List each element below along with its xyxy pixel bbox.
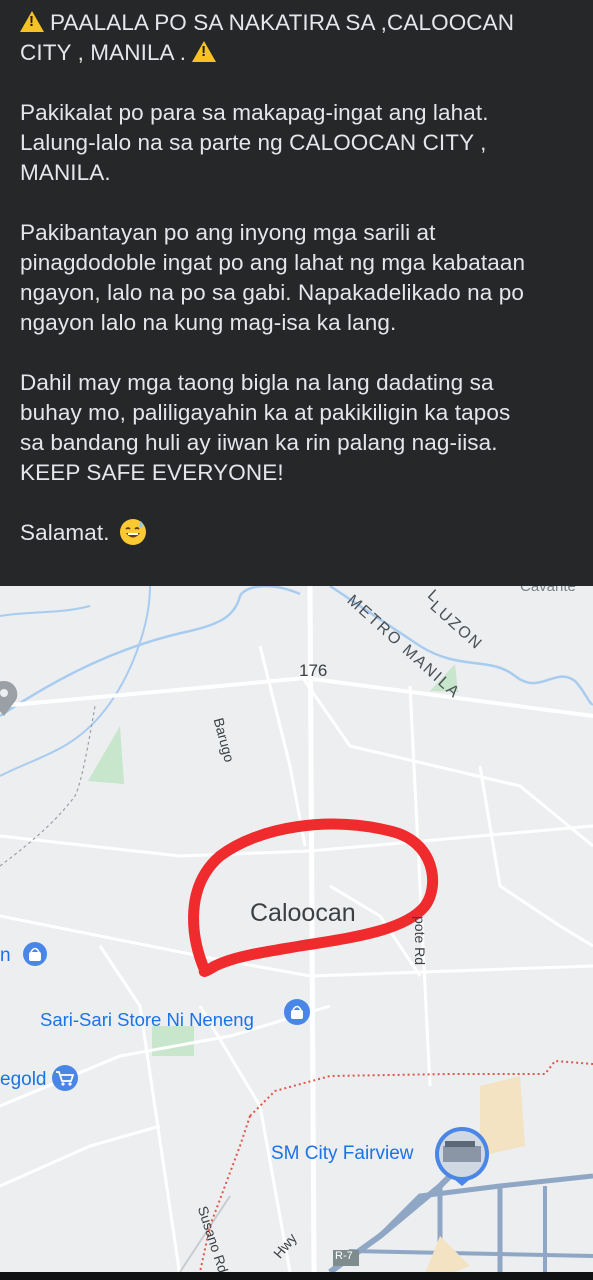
map-label-r7: R-7 <box>335 1250 353 1262</box>
post-paragraph-share: Pakikalat po para sa makapag-ingat ang l… <box>20 98 573 188</box>
warning-line-1: Pakibantayan po ang inyong mga sarili at <box>20 220 436 245</box>
post-paragraph-joke: Dahil may mga taong bigla na lang dadati… <box>20 368 573 488</box>
map-label-top-edge: Cavante <box>520 586 576 595</box>
sweat-smile-emoji <box>119 519 146 545</box>
bottom-edge <box>0 1272 593 1280</box>
post-paragraph-thanks: Salamat. <box>20 518 573 548</box>
map-label-store-left: n <box>0 945 11 966</box>
map-label-puregold: egold <box>0 1069 47 1090</box>
map-label-sm-city-fairview: SM City Fairview <box>271 1143 414 1164</box>
map-label-route-176: 176 <box>299 661 328 680</box>
map-label-caloocan: Caloocan <box>250 899 356 927</box>
thanks-text: Salamat. <box>20 520 110 545</box>
map-label-pote-rd: pote Rd <box>412 916 428 966</box>
warning-line-3: ngayon, lalo na po sa gabi. Napakadelika… <box>20 280 524 305</box>
warning-icon <box>192 41 217 62</box>
share-line-3: MANILA. <box>20 160 111 185</box>
warning-line-2: pinagdodoble ingat po ang lahat ng mga k… <box>20 250 526 275</box>
joke-line-4: KEEP SAFE EVERYONE! <box>20 460 284 485</box>
map-view[interactable]: Cavante L LUZON METRO MANILA 176 Barugo … <box>0 586 593 1272</box>
joke-line-2: buhay mo, paliligayahin ka at pakikiligi… <box>20 400 511 425</box>
cart-pin-icon <box>52 1065 78 1091</box>
warning-icon <box>20 11 44 32</box>
sweat-smile-emoji-face <box>124 521 143 538</box>
share-line-2: Lalung-lalo na sa parte ng CALOOCAN CITY… <box>20 130 487 155</box>
post-paragraph-warning: Pakibantayan po ang inyong mga sarili at… <box>20 218 573 338</box>
shopping-pin-icon-store <box>284 999 310 1025</box>
shopping-pin-icon-left <box>23 942 47 966</box>
share-line-1: Pakikalat po para sa makapag-ingat ang l… <box>20 100 489 125</box>
alert-line-1: PAALALA PO SA NAKATIRA SA ,CALOOCAN <box>50 10 515 35</box>
warning-line-4: ngayon lalo na kung mag-isa ka lang. <box>20 310 397 335</box>
post-body: PAALALA PO SA NAKATIRA SA ,CALOOCAN CITY… <box>0 0 593 586</box>
joke-line-1: Dahil may mga taong bigla na lang dadati… <box>20 370 494 395</box>
map-canvas[interactable] <box>0 586 593 1272</box>
post-paragraph-alert: PAALALA PO SA NAKATIRA SA ,CALOOCAN CITY… <box>20 8 573 68</box>
alert-line-2: CITY , MANILA . <box>20 40 187 65</box>
map-label-sari-sari-store: Sari-Sari Store Ni Neneng <box>40 1009 254 1030</box>
joke-line-3: sa bandang huli ay iiwan ka rin palang n… <box>20 430 498 455</box>
